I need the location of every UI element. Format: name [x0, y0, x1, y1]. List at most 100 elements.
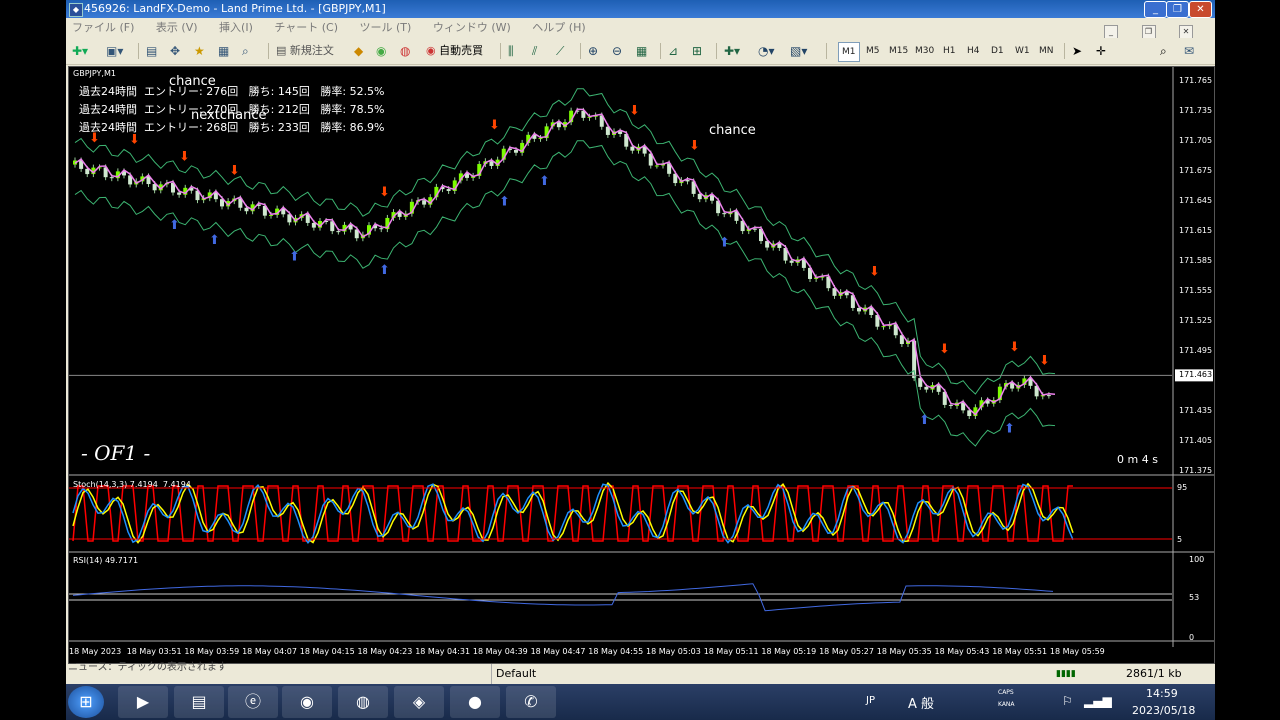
price-tick: 171.435 — [1179, 406, 1213, 415]
menu-view[interactable]: 表示 (V) — [156, 21, 198, 34]
rsi-tick: 100 — [1189, 555, 1205, 564]
bar-chart-icon[interactable]: ⫼ — [508, 41, 514, 61]
tf-h4[interactable]: H4 — [964, 42, 983, 60]
network-icon[interactable]: ⚐ — [1062, 694, 1073, 708]
minimize-button[interactable]: _ — [1144, 1, 1167, 18]
clock-time[interactable]: 14:59 — [1146, 687, 1178, 700]
menu-tools[interactable]: ツール (T) — [360, 21, 412, 34]
new-chart-icon[interactable]: ✚▾ — [72, 41, 88, 61]
menu-insert[interactable]: 挿入(I) — [219, 21, 253, 34]
tester-icon[interactable]: ⌕ — [242, 41, 249, 61]
kana-indicator: KANA — [998, 701, 1015, 708]
start-icon[interactable]: ⊞ — [68, 686, 104, 718]
signal-icon[interactable]: ▂▄▆ — [1084, 694, 1112, 708]
terminal-icon[interactable]: ▦ — [218, 41, 229, 61]
auto-trade-button[interactable]: ◉ 自動売買 — [426, 41, 483, 61]
chrome-icon[interactable]: ◍ — [338, 686, 388, 718]
watermark-label: - OF1 - — [81, 441, 151, 465]
zoom-out-icon[interactable]: ⊖ — [612, 41, 622, 61]
line-chart-icon[interactable]: ⟋ — [556, 41, 564, 61]
candle-body — [85, 168, 90, 175]
market-watch-icon[interactable]: ▤ — [146, 41, 157, 61]
auto-trade-icon: ◉ — [426, 44, 436, 57]
market-icon[interactable]: ◍ — [400, 41, 410, 61]
candle-body — [948, 404, 953, 406]
chart-canvas[interactable]: ⬇ ⬇⬇⬇⬇⬇⬇⬇⬇⬇ ⬇⬇⬆⬆⬆⬆⬆⬆⬆⬆⬆ — [69, 67, 1214, 663]
tf-d1[interactable]: D1 — [988, 42, 1007, 60]
zoom-in-icon[interactable]: ⊕ — [588, 41, 598, 61]
close-button[interactable]: ✕ — [1189, 1, 1212, 18]
window-title: 456926: LandFX-Demo - Land Prime Ltd. - … — [84, 2, 386, 15]
mt4-icon[interactable]: ◈ — [394, 686, 444, 718]
favorites-icon[interactable]: ★ — [194, 41, 205, 61]
price-tick: 171.765 — [1179, 76, 1213, 85]
menu-window[interactable]: ウィンドウ (W) — [433, 21, 511, 34]
mdi-minimize-button[interactable]: _ — [1104, 25, 1118, 39]
candle-body — [697, 193, 702, 200]
new-order-button[interactable]: ▤ 新規注文 — [276, 41, 334, 61]
bar-timer: 0 m 4 s — [1117, 453, 1158, 466]
crosshair-nav-icon[interactable]: ✥ — [170, 41, 180, 61]
chart-window[interactable]: ⬇ ⬇ ⬇ ⬇ ⬇ ⬇ ⬇ ⬇ ⬇ ⬇ ⬇ ⬇ ⬆ ⬆ ⬆ ⬆ ⬆ ⬆ ⬆ ⬆ ⬆ GBPJPY,M1 過去24時間 エ… — [68, 66, 1215, 664]
tile-windows-icon[interactable]: ▦ — [636, 41, 647, 61]
menu-help[interactable]: ヘルプ (H) — [532, 21, 585, 34]
candle-body — [514, 149, 518, 153]
crosshair-icon[interactable]: ✛ — [1096, 41, 1106, 61]
buy-arrow: ⬆ — [1004, 422, 1015, 437]
tf-m30[interactable]: M30 — [912, 42, 937, 60]
time-tick: 18 May 04:55 — [588, 647, 644, 656]
candle-body — [311, 222, 316, 228]
indicators-icon[interactable]: ✚▾ — [724, 41, 740, 61]
tf-m1[interactable]: M1 — [838, 42, 860, 62]
right-letterbox — [1215, 0, 1280, 720]
tf-m15[interactable]: M15 — [886, 42, 911, 60]
ie-icon[interactable]: ⓔ — [228, 686, 278, 718]
sell-arrow: ⬇ — [229, 163, 240, 178]
metaeditor-icon[interactable]: ◆ — [354, 41, 363, 61]
rec-icon[interactable]: ● — [450, 686, 500, 718]
buy-arrow: ⬆ — [209, 233, 220, 248]
signals-icon[interactable]: ◉ — [376, 41, 386, 61]
tf-w1[interactable]: W1 — [1012, 42, 1033, 60]
clock-date[interactable]: 2023/05/18 — [1132, 704, 1195, 717]
candle-body — [857, 307, 861, 312]
periods-icon[interactable]: ◔▾ — [758, 41, 775, 61]
time-tick: 18 May 03:51 — [126, 647, 182, 656]
mdi-restore-button[interactable]: ❐ — [1141, 25, 1156, 39]
ime-indicator[interactable]: JP — [866, 695, 875, 706]
status-bar: ニュース：ティックの表示されます Default ▮▮▮▮ 2861/1 kb — [66, 662, 1215, 684]
stoch-tick: 5 — [1177, 535, 1183, 544]
menu-file[interactable]: ファイル (F) — [72, 21, 134, 34]
tf-m5[interactable]: M5 — [863, 42, 883, 60]
menu-chart[interactable]: チャート (C) — [274, 21, 338, 34]
edge-icon[interactable]: ◉ — [282, 686, 332, 718]
tf-mn[interactable]: MN — [1036, 42, 1057, 60]
time-tick: 18 May 05:51 — [992, 647, 1048, 656]
candle-chart-icon[interactable]: ⫽ — [532, 41, 537, 61]
buy-arrow: ⬆ — [719, 236, 730, 251]
new-order-label: 新規注文 — [289, 44, 334, 57]
folder-icon[interactable]: ▤ — [174, 686, 224, 718]
chart-shift-icon[interactable]: ⊞ — [692, 41, 702, 61]
media-icon[interactable]: ▶ — [118, 686, 168, 718]
profiles-icon[interactable]: ▣▾ — [106, 41, 123, 61]
candle-body — [422, 200, 427, 205]
candle-body — [654, 165, 659, 167]
line-icon[interactable]: ✆ — [506, 686, 556, 718]
tf-h1[interactable]: H1 — [940, 42, 959, 60]
moving-average-line — [74, 108, 1056, 416]
price-tick: 171.705 — [1179, 136, 1213, 145]
search-icon[interactable]: ⌕ — [1160, 41, 1167, 61]
mdi-close-button[interactable]: ✕ — [1179, 25, 1193, 39]
candle-body — [722, 213, 727, 215]
caps-indicator: CAPS — [998, 689, 1014, 696]
price-tick: 171.585 — [1179, 256, 1213, 265]
ime-mode[interactable]: A 般 — [908, 693, 934, 712]
maximize-button[interactable]: ❐ — [1166, 1, 1189, 18]
cursor-icon[interactable]: ➤ — [1072, 41, 1082, 61]
chat-icon[interactable]: ✉ — [1184, 41, 1194, 61]
stoch-label: Stoch(14,3,3) 7.4194 7.4194 — [73, 480, 191, 489]
templates-icon[interactable]: ▧▾ — [790, 41, 807, 61]
price-tick: 171.405 — [1179, 436, 1213, 445]
auto-scroll-icon[interactable]: ⊿ — [668, 41, 678, 61]
